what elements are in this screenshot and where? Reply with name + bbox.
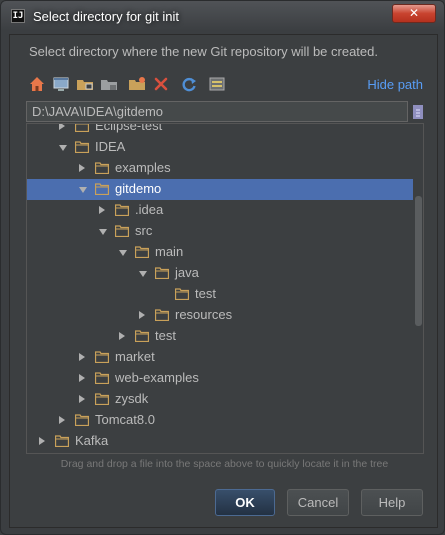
collapsed-arrow-icon[interactable] (59, 416, 65, 424)
folder-icon (114, 225, 130, 238)
collapsed-arrow-icon[interactable] (119, 332, 125, 340)
tree-item[interactable]: test (27, 284, 413, 305)
collapsed-arrow-icon[interactable] (79, 374, 85, 382)
file-chooser-toolbar (27, 74, 247, 94)
path-completion-icon[interactable] (412, 104, 424, 120)
collapsed-arrow-icon[interactable] (139, 311, 145, 319)
folder-icon (54, 435, 70, 448)
collapsed-arrow-icon[interactable] (79, 395, 85, 403)
folder-icon (114, 204, 130, 217)
help-button[interactable]: Help (361, 489, 423, 516)
folder-icon (154, 309, 170, 322)
tree-item[interactable]: market (27, 347, 413, 368)
cancel-button[interactable]: Cancel (287, 489, 349, 516)
tree-item-label: examples (115, 160, 171, 175)
folder-icon (94, 393, 110, 406)
tree-item[interactable]: zysdk (27, 389, 413, 410)
expanded-arrow-icon[interactable] (99, 229, 107, 235)
drag-drop-hint: Drag and drop a file into the space abov… (60, 458, 389, 470)
tree-item-label: .idea (135, 202, 164, 217)
tree-item[interactable]: main (27, 242, 413, 263)
tree-item-label: test (155, 328, 176, 343)
folder-icon (74, 124, 90, 133)
module-folder-icon[interactable] (99, 74, 119, 94)
dialog-description: Select directory where the new Git repos… (29, 44, 378, 59)
tree-item-label: resources (175, 307, 233, 322)
close-button[interactable]: ✕ (392, 4, 436, 23)
tree-item[interactable]: IDEA (27, 137, 413, 158)
folder-icon (94, 351, 110, 364)
expanded-arrow-icon[interactable] (59, 145, 67, 151)
folder-icon (134, 246, 150, 259)
expanded-arrow-icon[interactable] (139, 271, 147, 277)
tree-item-label: main (155, 244, 184, 259)
tree-item[interactable]: gitdemo (27, 179, 413, 200)
tree-item[interactable]: Kafka (27, 431, 413, 452)
tree-item[interactable]: test (27, 326, 413, 347)
tree-item-label: IDEA (95, 139, 126, 154)
tree-item[interactable]: java (27, 263, 413, 284)
tree-scrollbar[interactable] (413, 124, 423, 453)
tree-item[interactable]: resources (27, 305, 413, 326)
collapsed-arrow-icon[interactable] (99, 206, 105, 214)
tree-item[interactable]: Tomcat8.0 (27, 410, 413, 431)
path-field-container (26, 101, 408, 122)
tree-item-label: market (115, 349, 155, 364)
folder-icon (94, 162, 110, 175)
expanded-arrow-icon[interactable] (79, 187, 87, 193)
tree-item[interactable]: .idea (27, 200, 413, 221)
tree-item-label: src (135, 223, 153, 238)
folder-icon (94, 183, 110, 196)
folder-icon (134, 330, 150, 343)
window-title: Select directory for git init (33, 9, 179, 24)
tree-item[interactable]: examples (27, 158, 413, 179)
collapsed-arrow-icon[interactable] (59, 124, 65, 130)
folder-icon (94, 372, 110, 385)
dialog-window: IJ Select directory for git init ✕ Selec… (0, 0, 445, 535)
collapsed-arrow-icon[interactable] (39, 437, 45, 445)
ok-button[interactable]: OK (215, 489, 275, 516)
folder-icon (74, 414, 90, 427)
tree-item-label: web-examples (115, 370, 199, 385)
title-bar[interactable]: IJ Select directory for git init ✕ (1, 1, 445, 33)
refresh-icon[interactable] (179, 74, 199, 94)
intellij-app-icon: IJ (11, 9, 25, 23)
collapsed-arrow-icon[interactable] (79, 164, 85, 172)
folder-icon (74, 141, 90, 154)
tree-item[interactable]: Eclipse-test (27, 123, 413, 137)
tree-item-label: Tomcat8.0 (95, 412, 155, 427)
folder-icon (174, 288, 190, 301)
collapsed-arrow-icon[interactable] (79, 353, 85, 361)
home-icon[interactable] (27, 74, 47, 94)
tree-item[interactable]: src (27, 221, 413, 242)
tree-item-label: Kafka (75, 433, 109, 448)
delete-icon[interactable] (151, 74, 171, 94)
hide-path-link[interactable]: Hide path (367, 77, 423, 92)
tree-item-label: test (195, 286, 216, 301)
new-folder-icon[interactable] (127, 74, 147, 94)
project-folder-icon[interactable] (75, 74, 95, 94)
tree-item-label: zysdk (115, 391, 149, 406)
expanded-arrow-icon[interactable] (119, 250, 127, 256)
scrollbar-thumb[interactable] (415, 196, 422, 326)
show-hidden-icon[interactable] (207, 74, 227, 94)
path-input[interactable] (27, 102, 407, 121)
folder-icon (154, 267, 170, 280)
directory-tree[interactable]: Eclipse-test IDEA examples gitdemo .idea src m… (26, 123, 424, 454)
tree-item-label: java (175, 265, 199, 280)
tree-item-label: Eclipse-test (95, 123, 163, 133)
desktop-icon[interactable] (51, 74, 71, 94)
tree-item[interactable]: web-examples (27, 368, 413, 389)
tree-item-label: gitdemo (115, 181, 162, 196)
dialog-content: Select directory where the new Git repos… (9, 34, 438, 528)
